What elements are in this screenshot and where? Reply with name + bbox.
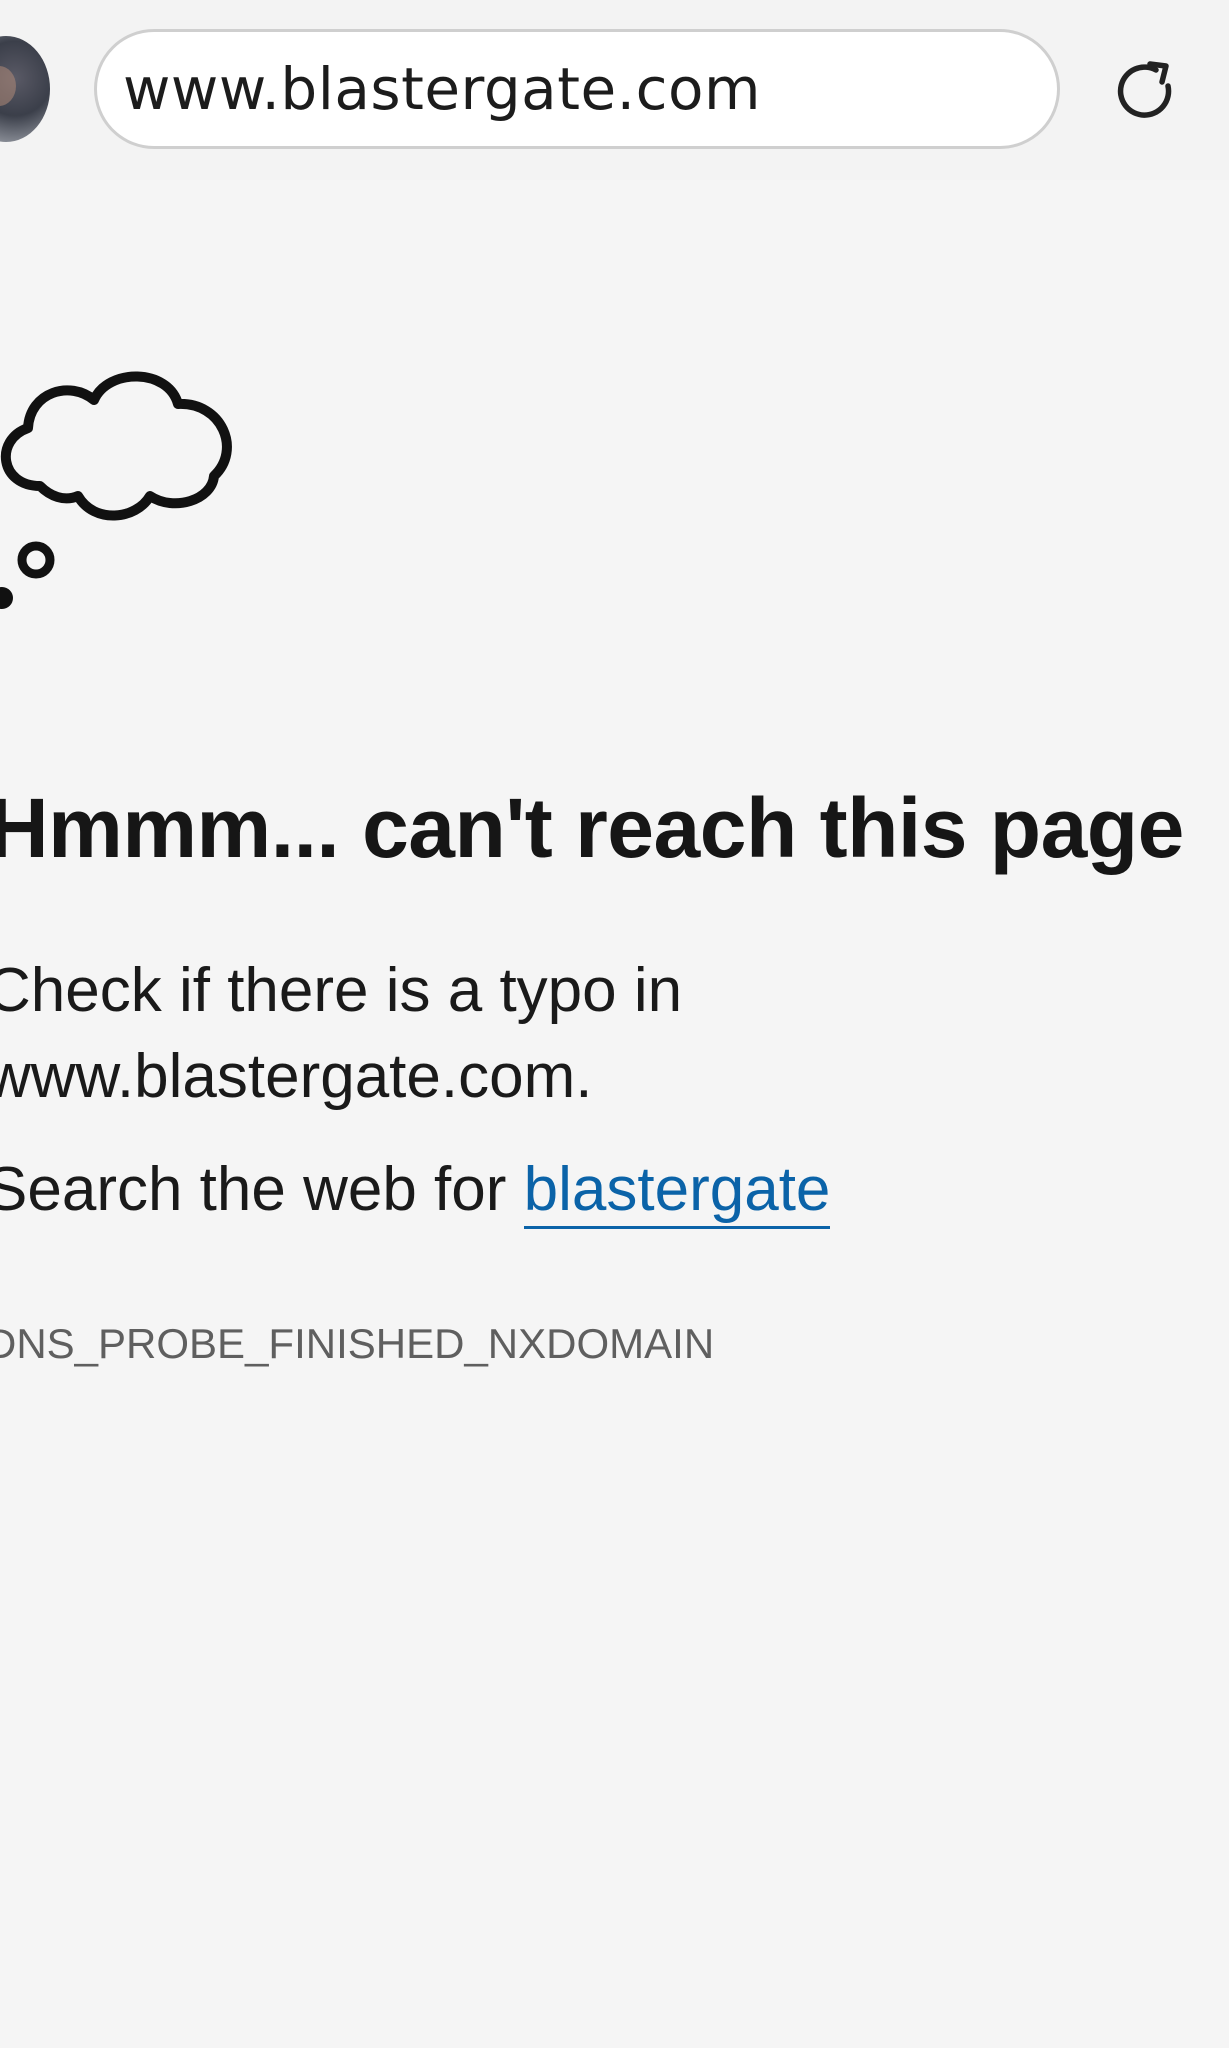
profile-avatar[interactable] [0, 36, 50, 142]
search-suggestion: Search the web for blastergate [0, 1154, 831, 1229]
thought-cloud-icon [0, 371, 232, 609]
browser-toolbar: www.blastergate.com [0, 0, 1229, 180]
search-prefix: Search the web for [0, 1155, 524, 1224]
reload-button[interactable] [1106, 52, 1186, 132]
error-heading: Hmmm... can't reach this page [0, 781, 1184, 875]
address-url: www.blastergate.com [123, 55, 761, 123]
error-code: DNS_PROBE_FINISHED_NXDOMAIN [0, 1320, 715, 1367]
reload-icon [1117, 61, 1172, 118]
address-bar[interactable]: www.blastergate.com [94, 29, 1060, 149]
typo-message: Check if there is a typo in www.blasterg… [0, 956, 683, 1111]
search-web-link[interactable]: blastergate [523, 1155, 831, 1229]
